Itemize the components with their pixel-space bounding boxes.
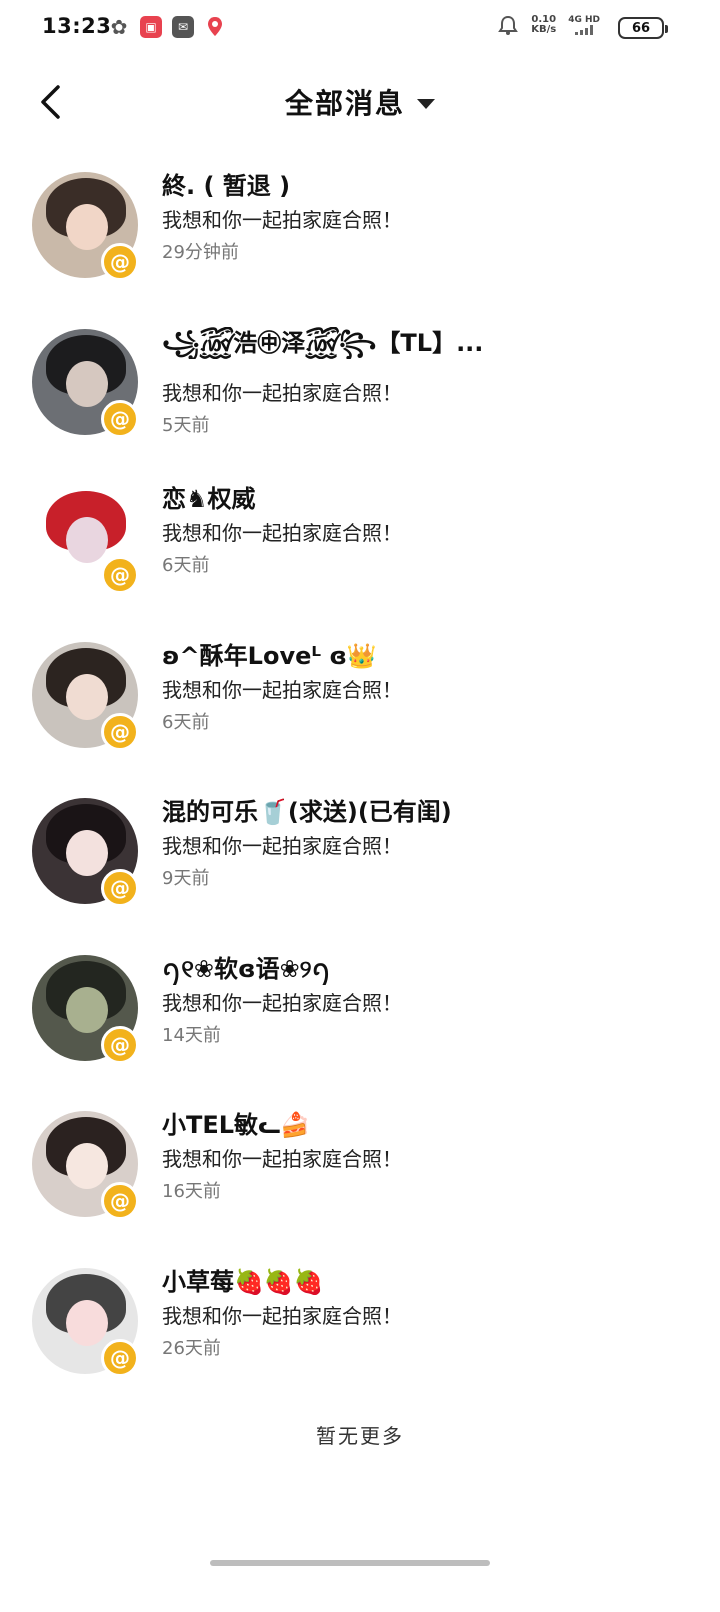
list-item[interactable]: @ 混的可乐🥤(求送)(已有闺) 我想和你一起拍家庭合照！ 9天前 [0,788,720,945]
message-filter-dropdown[interactable]: 全部消息 [0,82,720,122]
message-time: 26天前 [162,1337,221,1359]
status-time: 13:23 [42,14,112,38]
at-mention-icon: @ [101,399,139,438]
location-pin-icon [204,16,226,38]
message-time: 5天前 [162,414,210,436]
message-text: 我想和你一起拍家庭合照！ [162,380,402,405]
message-time: 6天前 [162,711,210,733]
message-time: 14天前 [162,1024,221,1046]
no-more-text: 暂无更多 [316,1424,404,1448]
status-bar: 13:23 ✿ ▣ ✉ 0.10 KB/s 4G HD 66 [0,0,720,56]
message-time: 16天前 [162,1181,221,1202]
at-mention-icon: @ [101,556,139,594]
sender-name: ʚ^酥年Loveᴸ ɞ👑 [162,641,377,670]
list-item[interactable]: @ 小草莓🍓🍓🍓 我想和你一起拍家庭合照！ 26天前 [0,1258,720,1415]
at-mention-icon: @ [101,712,139,751]
sender-name: 恋♞权威 [162,485,256,513]
message-time: 29分钟前 [162,242,239,263]
battery-icon: 66 [618,17,668,39]
network-type: 4G HD [568,15,600,25]
signal-icon: 4G HD [568,15,600,35]
battery-level: 66 [631,20,651,36]
pinwheel-icon: ✿ [110,15,128,39]
message-text: 我想和你一起拍家庭合照！ [162,208,402,232]
sender-name: ꧁꫞浩㊥泽꫞꧂【TL】... [162,328,484,357]
sender-name: 混的可乐🥤(求送)(已有闺) [162,798,452,826]
app-notification-icon: ▣ [140,16,162,38]
network-speed-unit: KB/s [531,24,557,35]
message-text: 我想和你一起拍家庭合照！ [162,677,402,702]
message-text: 我想和你一起拍家庭合照！ [162,521,402,545]
at-mention-icon: @ [101,1025,139,1064]
network-speed: 0.10 KB/s [531,15,556,35]
at-mention-icon: @ [101,1182,139,1220]
caret-down-icon [417,99,435,109]
list-item[interactable]: @ ꧁꫞浩㊥泽꫞꧂【TL】... 我想和你一起拍家庭合照！ 5天前 [0,319,720,476]
message-text: 我想和你一起拍家庭合照！ [162,1147,402,1171]
home-indicator[interactable] [210,1560,490,1566]
system-icons: 0.10 KB/s 4G HD [497,14,600,36]
header: 全部消息 [0,70,720,134]
message-text: 我想和你一起拍家庭合照！ [162,1303,402,1328]
message-time: 6天前 [162,555,210,576]
list-item[interactable]: @ 小TEL敏ᓚ🍰 我想和你一起拍家庭合照！ 16天前 [0,1101,720,1258]
mail-icon: ✉ [172,16,194,38]
list-item[interactable]: @ 恋♞权威 我想和你一起拍家庭合照！ 6天前 [0,475,720,632]
list-item[interactable]: @ ʚ^酥年Loveᴸ ɞ👑 我想和你一起拍家庭合照！ 6天前 [0,632,720,789]
list-item[interactable]: @ 終. ( 暂退 ) 我想和你一起拍家庭合照！ 29分钟前 [0,162,720,319]
message-text: 我想和你一起拍家庭合照！ [162,990,402,1015]
at-mention-icon: @ [101,243,139,281]
sender-name: 小草莓🍓🍓🍓 [162,1267,324,1296]
notification-icons: ✿ ▣ ✉ [108,15,226,39]
message-time: 9天前 [162,868,210,889]
sender-name: 小TEL敏ᓚ🍰 [162,1111,311,1139]
list-item[interactable]: @ ꪆ୧❀软ɞ语❀୨ꪆ 我想和你一起拍家庭合照！ 14天前 [0,945,720,1102]
message-list: @ 終. ( 暂退 ) 我想和你一起拍家庭合照！ 29分钟前 @ ꧁꫞浩㊥泽꫞꧂… [0,162,720,1414]
at-mention-icon: @ [101,869,139,907]
alarm-icon [498,15,519,35]
at-mention-icon: @ [101,1338,139,1377]
page-title: 全部消息 [284,87,405,120]
message-text: 我想和你一起拍家庭合照！ [162,834,402,858]
sender-name: 終. ( 暂退 ) [162,172,291,200]
sender-name: ꪆ୧❀软ɞ语❀୨ꪆ [162,954,332,983]
